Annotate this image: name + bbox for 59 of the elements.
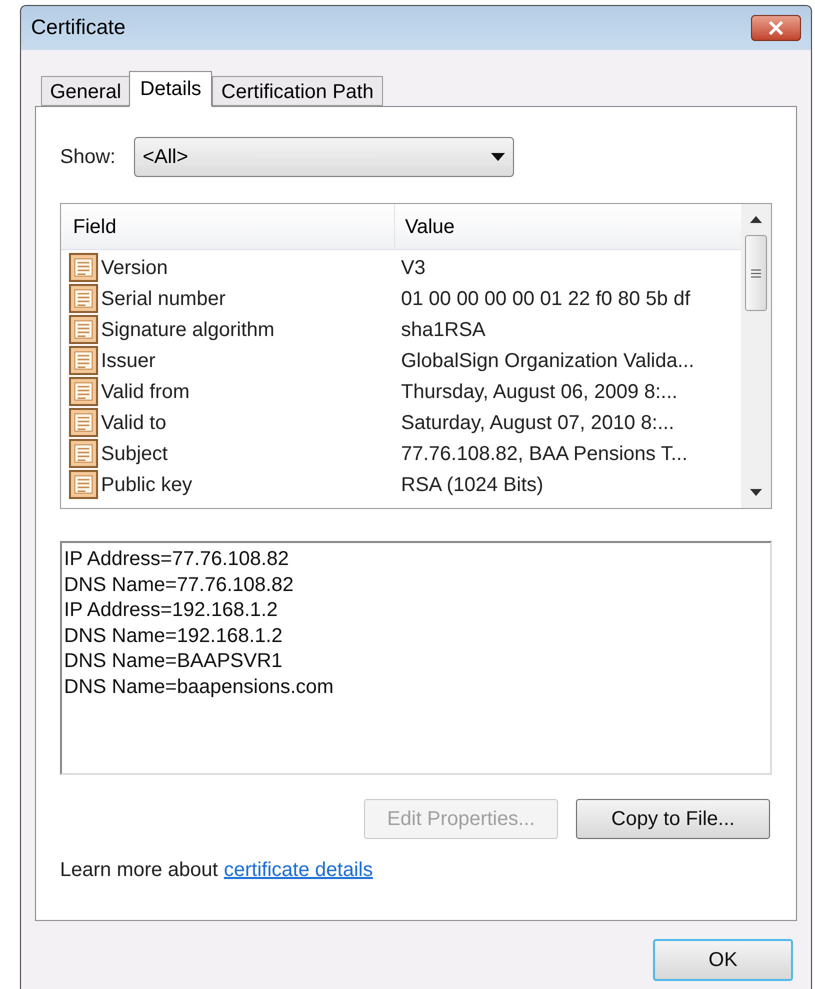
detail-line: IP Address=192.168.1.2 — [64, 598, 278, 623]
detail-line: DNS Name=192.168.1.2 — [64, 624, 282, 648]
field-name: Signature algorithm — [100, 318, 276, 342]
field-value: 01 00 00 00 00 01 22 f0 80 5b df — [400, 286, 690, 310]
detail-text-box[interactable]: IP Address=77.76.108.82 DNS Name=77.76.108.82 IP Address=192.168.1.2 DNS Name=192.168.1.2 DNS Name=BAAPSVR1 DNS Name=baapensions.com — [60, 541, 772, 775]
field-row[interactable]: Valid to Saturday, August 07, 2010 8:... — [69, 407, 741, 438]
field-row[interactable]: Public key RSA (1024 Bits) — [69, 469, 741, 500]
close-icon — [768, 21, 784, 35]
dropdown-arrow-icon — [490, 153, 505, 161]
field-name: Issuer — [100, 348, 156, 372]
certificate-icon — [69, 284, 98, 313]
ok-button[interactable]: OK — [653, 939, 793, 981]
certificate-icon — [69, 470, 98, 499]
field-value: 77.76.108.82, BAA Pensions T... — [400, 442, 688, 466]
field-value: Saturday, August 07, 2010 8:... — [400, 410, 674, 434]
field-name: Subject — [100, 442, 169, 466]
field-value: RSA (1024 Bits) — [400, 472, 544, 496]
scroll-up-icon[interactable] — [750, 216, 762, 223]
tab[interactable]: Certification Path — [212, 76, 383, 106]
certificate-icon — [69, 377, 98, 406]
detail-line: DNS Name=BAAPSVR1 — [64, 649, 282, 674]
column-header[interactable]: Field — [61, 204, 395, 249]
certificate-icon — [69, 253, 98, 282]
certificate-icon — [69, 408, 98, 437]
field-value: V3 — [400, 256, 426, 280]
show-dropdown[interactable]: <All> — [134, 137, 514, 177]
field-row[interactable]: Subject 77.76.108.82, BAA Pensions T... — [69, 438, 741, 469]
tab[interactable]: General — [41, 76, 130, 106]
grip-icon — [751, 268, 761, 278]
learn-more-text: Learn more about — [60, 858, 218, 883]
detail-line: IP Address=77.76.108.82 — [64, 547, 289, 572]
tab[interactable]: Details — [129, 71, 212, 107]
field-row[interactable]: Issuer GlobalSign Organization Valida... — [69, 345, 741, 376]
column-header[interactable]: Value — [395, 204, 741, 249]
field-name: Valid to — [100, 410, 168, 434]
detail-line: DNS Name=baapensions.com — [64, 674, 334, 700]
show-label: Show: — [60, 145, 116, 170]
field-name: Version — [100, 256, 169, 280]
field-row[interactable]: Version V3 — [69, 252, 741, 283]
scrollbar[interactable] — [741, 204, 771, 508]
certificate-icon — [69, 315, 98, 344]
field-name: Public key — [100, 472, 194, 496]
field-row[interactable]: Signature algorithm sha1RSA — [69, 314, 741, 345]
field-value: sha1RSA — [400, 318, 486, 342]
scroll-thumb[interactable] — [745, 235, 767, 311]
certificate-details-link[interactable]: certificate details — [224, 855, 373, 885]
close-button[interactable] — [751, 15, 801, 41]
field-name: Serial number — [100, 286, 227, 310]
detail-line: DNS Name=77.76.108.82 — [64, 572, 294, 598]
field-name: Valid from — [100, 380, 191, 404]
field-value: GlobalSign Organization Valida... — [400, 348, 694, 372]
action-button[interactable]: Copy to File... — [576, 799, 770, 839]
field-row[interactable]: Valid from Thursday, August 06, 2009 8:... — [69, 376, 741, 407]
field-value: Thursday, August 06, 2009 8:... — [400, 380, 678, 404]
field-row[interactable]: Serial number 01 00 00 00 00 01 22 f0 80 5b df — [69, 283, 741, 314]
certificate-icon — [69, 346, 98, 375]
certificate-icon — [69, 439, 98, 468]
scroll-down-icon[interactable] — [750, 489, 762, 496]
window-title: Certificate — [31, 15, 126, 42]
